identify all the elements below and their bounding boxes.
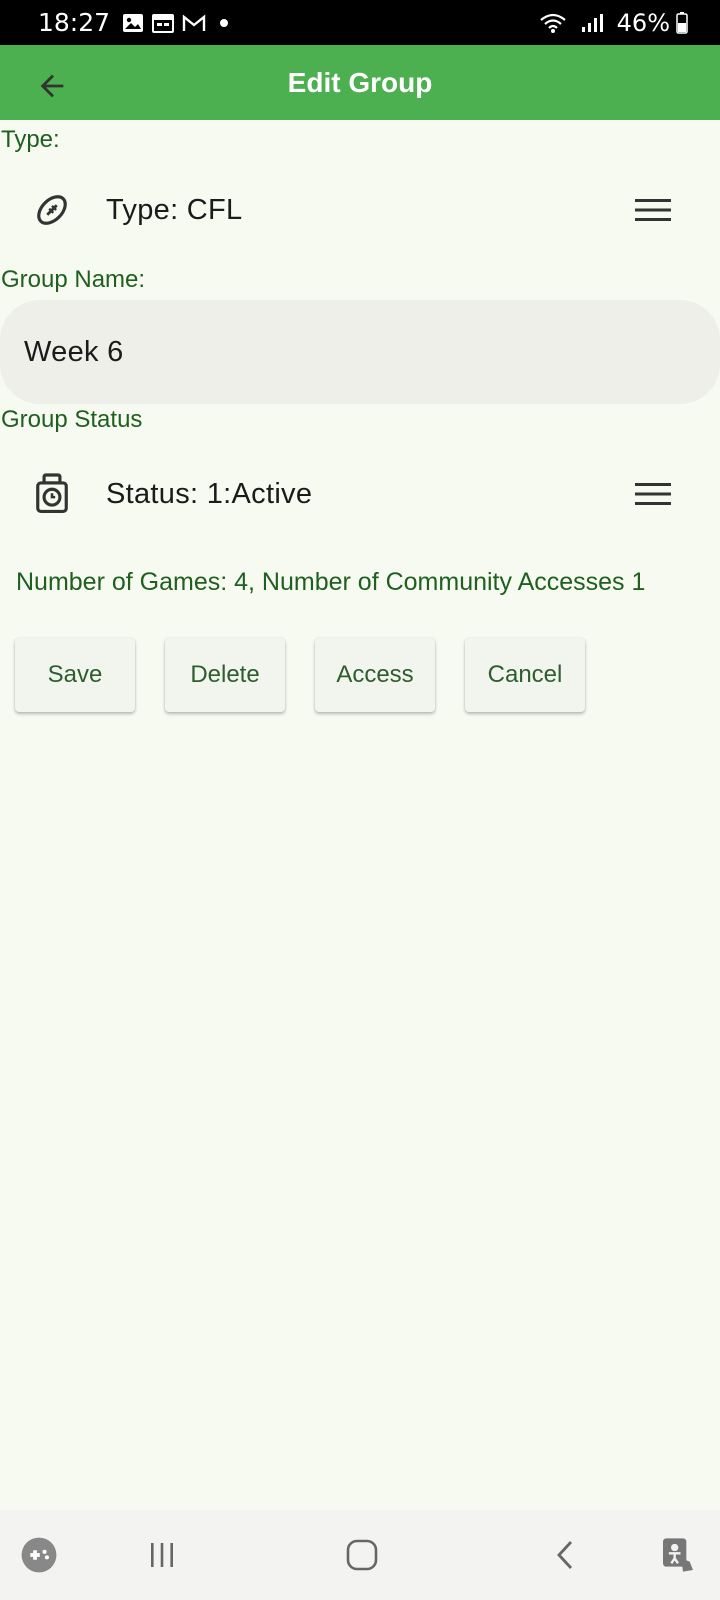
group-info-text: Number of Games: 4, Number of Community …	[16, 568, 646, 596]
calendar-icon	[152, 13, 175, 33]
group-name-label: Group Name:	[1, 266, 146, 293]
save-button[interactable]: Save	[15, 638, 135, 712]
access-button[interactable]: Access	[315, 638, 435, 712]
gallery-icon	[122, 13, 144, 33]
timer-icon	[32, 473, 72, 514]
battery-icon	[676, 11, 688, 34]
accessibility-icon[interactable]	[653, 1530, 703, 1580]
notification-dot	[220, 18, 229, 27]
recent-apps-icon[interactable]	[137, 1530, 187, 1580]
game-launcher-icon[interactable]	[14, 1530, 64, 1580]
battery-percentage: 46%	[616, 8, 670, 37]
page-title: Edit Group	[287, 66, 433, 98]
status-time: 18:27	[38, 8, 111, 37]
type-value: Type: CFL	[106, 193, 243, 226]
status-value: Status: 1:Active	[106, 477, 313, 510]
back-icon[interactable]	[540, 1530, 590, 1580]
cancel-button[interactable]: Cancel	[465, 638, 585, 712]
system-nav-bar	[0, 1510, 720, 1600]
gmail-icon	[182, 14, 206, 32]
arrow-back-icon	[40, 74, 64, 98]
menu-icon[interactable]	[634, 479, 672, 509]
type-label: Type:	[1, 126, 60, 153]
wifi-icon	[539, 12, 567, 34]
group-name-value: Week 6	[24, 335, 124, 368]
status-bar: 18:27 46%	[0, 0, 720, 45]
menu-icon[interactable]	[634, 195, 672, 225]
signal-icon	[581, 13, 603, 33]
football-icon	[32, 190, 72, 230]
home-icon[interactable]	[337, 1530, 387, 1580]
group-status-label: Group Status	[1, 406, 143, 433]
delete-button[interactable]: Delete	[165, 638, 285, 712]
back-button[interactable]	[28, 62, 76, 110]
app-bar: Edit Group	[0, 45, 720, 120]
type-selector[interactable]: Type: CFL	[0, 174, 720, 246]
group-name-input[interactable]: Week 6	[0, 300, 720, 404]
status-selector[interactable]: Status: 1:Active	[0, 458, 720, 530]
